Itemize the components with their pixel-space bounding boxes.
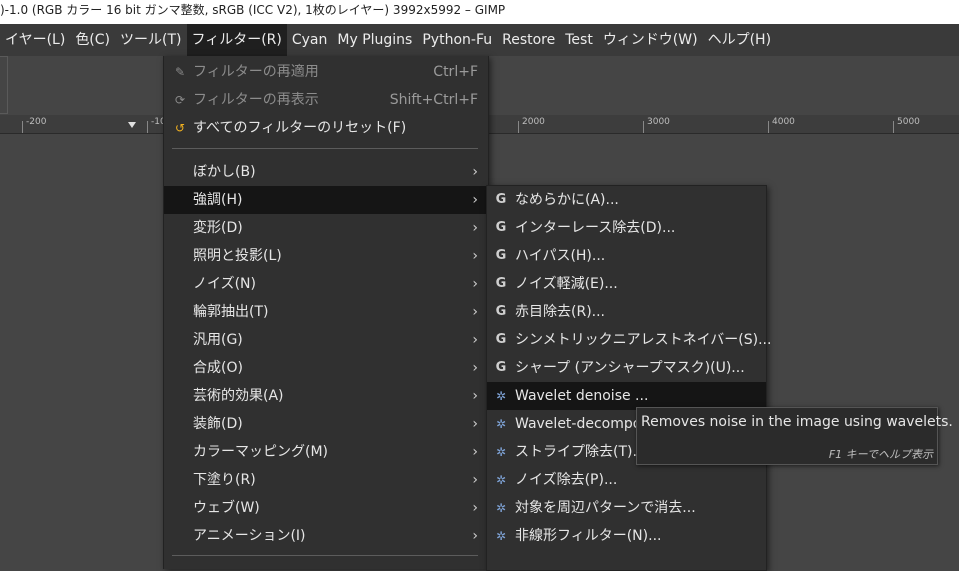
menu-item-generic[interactable]: 汎用(G) › bbox=[164, 326, 488, 354]
reapply-icon: ✎ bbox=[174, 65, 186, 79]
submenu-item-wavelet-denoise[interactable]: ✲ Wavelet denoise ... bbox=[487, 382, 766, 410]
submenu-item-red-eye-removal[interactable]: G 赤目除去(R)... bbox=[487, 298, 766, 326]
menu-item-reset-all-filters[interactable]: ↺ すべてのフィルターのリセット(F) bbox=[164, 114, 488, 142]
chevron-right-icon: › bbox=[472, 500, 478, 516]
ruler-tick: 3000 bbox=[647, 117, 670, 127]
plugin-icon: ✲ bbox=[495, 445, 507, 459]
menu-item-light-shadow[interactable]: 照明と投影(L) › bbox=[164, 242, 488, 270]
tool-options-box bbox=[0, 56, 8, 114]
chevron-right-icon: › bbox=[472, 276, 478, 292]
menu-windows[interactable]: ウィンドウ(W) bbox=[598, 24, 703, 56]
gegl-icon: G bbox=[495, 220, 507, 235]
menu-python-fu[interactable]: Python-Fu bbox=[417, 24, 497, 56]
ruler-tick: 4000 bbox=[772, 117, 795, 127]
submenu-item-symmetric-nearest-neighbor[interactable]: G シンメトリックニアレストネイバー(S)... bbox=[487, 326, 772, 354]
tooltip-help-hint: F1 キーでヘルプ表示 bbox=[828, 448, 933, 461]
gegl-icon: G bbox=[495, 276, 507, 291]
submenu-item-high-pass[interactable]: G ハイパス(H)... bbox=[487, 242, 766, 270]
chevron-right-icon: › bbox=[472, 444, 478, 460]
ruler-tick-line bbox=[768, 121, 769, 133]
filters-dropdown-menu: ✎ フィルターの再適用 Ctrl+F ⟳ フィルターの再表示 Shift+Ctr… bbox=[163, 56, 489, 569]
chevron-right-icon: › bbox=[472, 304, 478, 320]
plugin-icon: ✲ bbox=[495, 417, 507, 431]
menu-help[interactable]: ヘルプ(H) bbox=[703, 24, 776, 56]
window-title-bar: )-1.0 (RGB カラー 16 bit ガンマ整数, sRGB (ICC V… bbox=[0, 0, 959, 24]
menu-separator bbox=[172, 555, 478, 556]
chevron-right-icon: › bbox=[472, 248, 478, 264]
menubar: イヤー(L) 色(C) ツール(T) フィルター(R) Cyan My Plug… bbox=[0, 24, 959, 56]
gegl-icon: G bbox=[495, 248, 507, 263]
menu-restore[interactable]: Restore bbox=[497, 24, 560, 56]
chevron-right-icon: › bbox=[472, 416, 478, 432]
submenu-item-deinterlace[interactable]: G インターレース除去(D)... bbox=[487, 214, 766, 242]
menu-my-plugins[interactable]: My Plugins bbox=[332, 24, 417, 56]
menu-item-artistic[interactable]: 芸術的効果(A) › bbox=[164, 382, 488, 410]
plugin-icon: ✲ bbox=[495, 529, 507, 543]
menu-filters[interactable]: フィルター(R) bbox=[186, 24, 287, 56]
chevron-right-icon: › bbox=[472, 164, 478, 180]
chevron-right-icon: › bbox=[472, 332, 478, 348]
menu-item-noise[interactable]: ノイズ(N) › bbox=[164, 270, 488, 298]
gegl-icon: G bbox=[495, 192, 507, 207]
menu-separator bbox=[172, 148, 478, 149]
menu-item-combine[interactable]: 合成(O) › bbox=[164, 354, 488, 382]
menu-cyan[interactable]: Cyan bbox=[287, 24, 333, 56]
chevron-right-icon: › bbox=[472, 472, 478, 488]
gegl-icon: G bbox=[495, 360, 507, 375]
enhance-submenu: G なめらかに(A)... G インターレース除去(D)... G ハイパス(H… bbox=[486, 185, 772, 571]
chevron-right-icon: › bbox=[472, 528, 478, 544]
chevron-right-icon: › bbox=[472, 192, 478, 208]
reset-icon: ↺ bbox=[174, 121, 186, 135]
chevron-right-icon: › bbox=[472, 220, 478, 236]
menu-tools[interactable]: ツール(T) bbox=[115, 24, 186, 56]
submenu-item-nl-filter[interactable]: ✲ 非線形フィルター(N)... bbox=[487, 522, 766, 550]
ruler-tick: 5000 bbox=[897, 117, 920, 127]
menu-item-blur[interactable]: ぼかし(B) › bbox=[164, 158, 488, 186]
menu-item-web[interactable]: ウェブ(W) › bbox=[164, 494, 488, 522]
menu-item-reshow-filter[interactable]: ⟳ フィルターの再表示 Shift+Ctrl+F bbox=[164, 86, 488, 114]
ruler-tick-line bbox=[147, 121, 148, 133]
menu-item-edge-detect[interactable]: 輪郭抽出(T) › bbox=[164, 298, 488, 326]
ruler-tick: 2000 bbox=[522, 117, 545, 127]
chevron-right-icon: › bbox=[472, 388, 478, 404]
submenu-item-heal-selection[interactable]: ✲ 対象を周辺パターンで消去... bbox=[487, 494, 766, 522]
menu-item-animation[interactable]: アニメーション(I) › bbox=[164, 522, 488, 550]
ruler-tick-line bbox=[643, 121, 644, 133]
chevron-right-icon: › bbox=[472, 360, 478, 376]
submenu-item-unsharp-mask[interactable]: G シャープ (アンシャープマスク)(U)... bbox=[487, 354, 766, 382]
submenu-item-noise-reduction[interactable]: G ノイズ軽減(E)... bbox=[487, 270, 766, 298]
reshow-icon: ⟳ bbox=[174, 93, 186, 107]
submenu-item-despeckle[interactable]: ✲ ノイズ除去(P)... bbox=[487, 466, 766, 494]
menu-item-render[interactable]: 下塗り(R) › bbox=[164, 466, 488, 494]
plugin-icon: ✲ bbox=[495, 501, 507, 515]
ruler-tick-line bbox=[22, 121, 23, 133]
submenu-item-antialias[interactable]: G なめらかに(A)... bbox=[487, 186, 766, 214]
plugin-icon: ✲ bbox=[495, 473, 507, 487]
pointer-position-marker-icon bbox=[128, 122, 136, 128]
gegl-icon: G bbox=[495, 332, 507, 347]
menu-item-decor[interactable]: 装飾(D) › bbox=[164, 410, 488, 438]
gegl-icon: G bbox=[495, 304, 507, 319]
menu-layer[interactable]: イヤー(L) bbox=[0, 24, 70, 56]
ruler-tick-line bbox=[518, 121, 519, 133]
window-title: )-1.0 (RGB カラー 16 bit ガンマ整数, sRGB (ICC V… bbox=[0, 3, 506, 17]
ruler-tick-line bbox=[893, 121, 894, 133]
menu-item-enhance[interactable]: 強調(H) › bbox=[164, 186, 488, 214]
tooltip-text: Removes noise in the image using wavelet… bbox=[641, 414, 953, 430]
menu-test[interactable]: Test bbox=[560, 24, 598, 56]
plugin-icon: ✲ bbox=[495, 389, 507, 403]
menu-item-reapply-filter[interactable]: ✎ フィルターの再適用 Ctrl+F bbox=[164, 58, 488, 86]
menu-colors[interactable]: 色(C) bbox=[70, 24, 115, 56]
tooltip: Removes noise in the image using wavelet… bbox=[636, 407, 953, 465]
menu-item-color-mapping[interactable]: カラーマッピング(M) › bbox=[164, 438, 488, 466]
ruler-tick: -200 bbox=[26, 117, 47, 127]
menu-item-distorts[interactable]: 変形(D) › bbox=[164, 214, 488, 242]
